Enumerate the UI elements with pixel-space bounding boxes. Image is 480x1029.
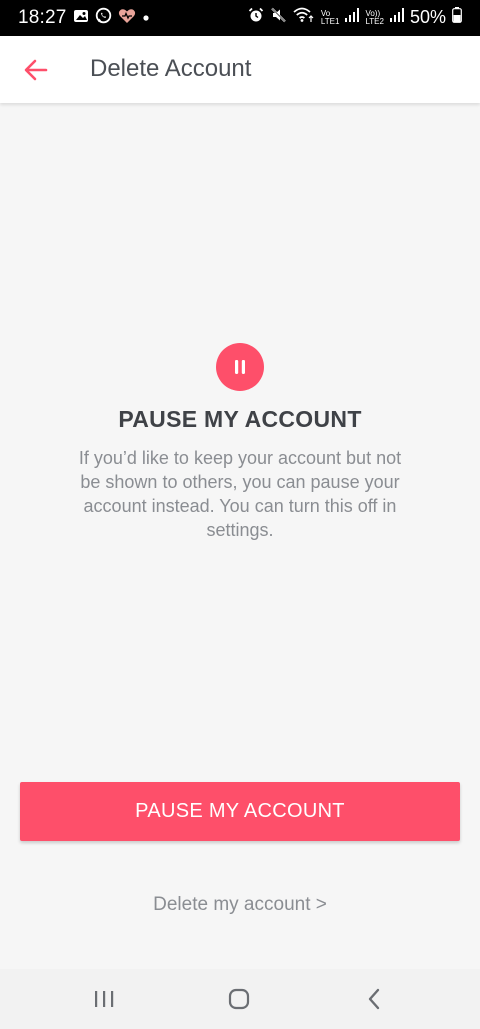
sim2-label: Vo)) LTE2	[365, 9, 384, 26]
sim1-label: Vo LTE1	[320, 9, 340, 26]
page-title: Delete Account	[90, 55, 252, 82]
chevron-left-icon	[368, 988, 380, 1010]
pause-icon	[235, 360, 245, 374]
battery-icon	[452, 7, 462, 28]
heart-app-icon	[118, 8, 136, 29]
home-icon	[228, 988, 250, 1010]
nav-home-button[interactable]	[219, 983, 259, 1015]
nav-back-button[interactable]	[354, 983, 394, 1015]
status-time: 18:27	[18, 7, 67, 28]
pause-title: PAUSE MY ACCOUNT	[118, 406, 362, 432]
status-bar: 18:27 Vo LTE1 Vo)) LTE2 50%	[0, 0, 480, 36]
alarm-icon	[248, 7, 264, 28]
pause-badge	[216, 343, 264, 391]
status-left: 18:27	[18, 7, 150, 29]
delete-account-link[interactable]: Delete my account >	[0, 894, 480, 916]
signal-bars-2-icon	[389, 8, 404, 27]
mute-icon	[270, 7, 287, 28]
notification-dot-icon	[142, 9, 150, 27]
sim2-label-bottom: LTE2	[365, 16, 384, 26]
gallery-icon	[73, 8, 89, 29]
arrow-left-icon	[24, 59, 48, 81]
recents-icon	[95, 991, 114, 1007]
app-header: Delete Account	[0, 36, 480, 103]
status-right: Vo LTE1 Vo)) LTE2 50%	[248, 7, 462, 28]
battery-percent: 50%	[409, 7, 446, 27]
signal-bars-1-icon	[345, 8, 360, 27]
sim1-label-bottom: LTE1	[320, 16, 340, 26]
nav-recents-button[interactable]	[84, 983, 124, 1015]
screen: 18:27 Vo LTE1 Vo)) LTE2 50% Delete Accou…	[0, 0, 480, 1029]
pause-description: If you’d like to keep your account but n…	[78, 448, 402, 540]
pause-account-button[interactable]: PAUSE MY ACCOUNT	[20, 782, 460, 841]
whatsapp-icon	[95, 7, 112, 29]
system-nav-bar	[0, 969, 480, 1029]
back-button[interactable]	[20, 54, 52, 86]
wifi-icon	[293, 7, 315, 28]
